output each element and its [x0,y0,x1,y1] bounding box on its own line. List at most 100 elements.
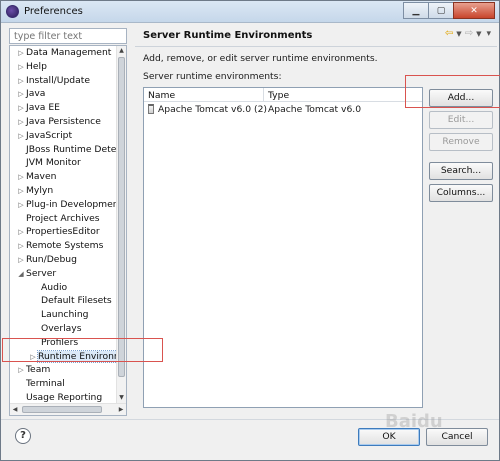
tree-item-label: Maven [26,171,57,183]
help-icon[interactable]: ? [15,428,31,444]
tree-item[interactable]: JVM Monitor [10,156,116,170]
forward-arrow-icon[interactable]: ⇨ [465,28,473,39]
collapsed-arrow-icon[interactable]: ▷ [16,130,26,143]
window-controls: ▁ ▢ ✕ [403,2,495,20]
tree-item[interactable]: ▷ Run/Debug [10,253,116,267]
collapsed-arrow-icon[interactable]: ▷ [16,116,26,129]
tree-item[interactable]: Overlays [10,322,116,336]
table-header: Name Type [144,88,422,102]
collapsed-arrow-icon[interactable]: ▷ [16,240,26,253]
tree-item[interactable]: ▷ Java Persistence [10,115,116,129]
tree-item[interactable]: Profilers [10,336,116,350]
back-arrow-icon[interactable]: ⇦ [445,28,453,39]
collapsed-arrow-icon[interactable]: ▷ [16,47,26,60]
tree-item-label: Usage Reporting [26,391,103,403]
scroll-right-icon[interactable]: ▶ [116,404,126,415]
filter-input[interactable] [9,28,127,44]
expanded-arrow-icon[interactable]: ◢ [16,268,26,281]
runtime-table[interactable]: Name Type Apache Tomcat v6.0 (2) Apache … [143,87,423,408]
table-row[interactable]: Apache Tomcat v6.0 (2) Apache Tomcat v6.… [144,103,422,117]
column-separator[interactable] [263,88,264,102]
tree-item-label: Plug-in Development [26,198,116,210]
tree-item[interactable]: ▷ Runtime Environm [10,349,116,364]
tree-item-label: Terminal [26,378,65,390]
collapsed-arrow-icon[interactable]: ▷ [16,226,26,239]
page-description: Add, remove, or edit server runtime envi… [143,53,378,64]
collapsed-arrow-icon[interactable]: ▷ [28,351,38,364]
scroll-down-icon[interactable]: ▼ [117,393,126,403]
eclipse-icon [6,5,19,18]
server-runtime-icon [148,104,154,114]
hscroll-thumb[interactable] [22,406,102,413]
tree-item[interactable]: ▷ Data Management [10,46,116,60]
tree-horizontal-scrollbar[interactable]: ◀ ▶ [10,403,126,415]
add-button[interactable]: Add... [429,89,493,107]
tree-item-label: Remote Systems [26,240,104,252]
remove-button[interactable]: Remove [429,133,493,151]
runtime-name: Apache Tomcat v6.0 (2) [158,104,268,115]
scroll-up-icon[interactable]: ▲ [117,46,126,56]
tree-item-label: JBoss Runtime Detect [26,143,116,155]
tree-item[interactable]: Terminal [10,377,116,391]
tree-item[interactable]: ▷ Team [10,363,116,377]
tree-item[interactable]: Launching [10,308,116,322]
collapsed-arrow-icon[interactable]: ▷ [16,199,26,212]
tree-item[interactable]: ▷ PropertiesEditor [10,225,116,239]
tree-item-label: Profilers [41,336,79,348]
collapsed-arrow-icon[interactable]: ▷ [16,171,26,184]
tree-item-label: PropertiesEditor [26,226,100,238]
tree-item[interactable]: Default Filesets [10,294,116,308]
tree-item[interactable]: JBoss Runtime Detect [10,143,116,157]
view-menu-icon[interactable]: ▾ [486,29,491,39]
tree-item[interactable]: ▷ Java [10,87,116,101]
close-icon[interactable]: ✕ [453,2,495,19]
watermark: Baidu [385,411,443,432]
tree-item[interactable]: ▷ Help [10,60,116,74]
scroll-thumb[interactable] [118,57,125,377]
preferences-tree[interactable]: ▷ Data Management ▷ Help ▷ Install/Update ▷ Jav… [9,45,127,416]
tree-item-label: Team [26,364,51,376]
tree-item-label: Install/Update [26,74,91,86]
tree-item-label: Data Management [26,47,112,58]
tree-item[interactable]: ▷ Remote Systems [10,239,116,253]
collapsed-arrow-icon[interactable]: ▷ [16,88,26,101]
edit-button[interactable]: Edit... [429,111,493,129]
tree-item-label: Runtime Environm [37,349,116,363]
tree-item[interactable]: ◢ Server [10,267,116,281]
tree-item-label: Run/Debug [26,253,77,265]
tree-item[interactable]: ▷ Install/Update [10,74,116,88]
collapsed-arrow-icon[interactable]: ▷ [16,75,26,88]
collapsed-arrow-icon[interactable]: ▷ [16,185,26,198]
tree-item-label: Project Archives [26,212,100,224]
runtime-name-cell: Apache Tomcat v6.0 (2) [148,104,267,115]
collapsed-arrow-icon[interactable]: ▷ [16,364,26,377]
collapsed-arrow-icon[interactable]: ▷ [16,102,26,115]
tree-item-label: Launching [41,309,89,321]
column-header-name[interactable]: Name [148,90,175,101]
tree-item[interactable]: Project Archives [10,212,116,226]
columns-button[interactable]: Columns... [429,184,493,202]
page-header: Server Runtime Environments ⇦ ▼ ⇨ ▼ ▾ [135,24,497,46]
scroll-left-icon[interactable]: ◀ [10,404,20,415]
tree-vertical-scrollbar[interactable]: ▲ ▼ [116,46,126,403]
tree-item-label: Java EE [26,102,60,114]
collapsed-arrow-icon[interactable]: ▷ [16,61,26,74]
tree-item[interactable]: ▷ Mylyn [10,184,116,198]
tree-item[interactable]: ▷ Maven [10,170,116,184]
column-header-type[interactable]: Type [268,90,289,101]
window-title: Preferences [24,6,83,17]
tree-item[interactable]: ▷ JavaScript [10,129,116,143]
tree-item-label: Mylyn [26,184,54,196]
maximize-icon[interactable]: ▢ [428,2,454,19]
forward-dropdown-icon[interactable]: ▼ [476,30,481,38]
tree-item[interactable]: ▷ Plug-in Development [10,198,116,212]
tree-item[interactable]: Audio [10,281,116,295]
search-button[interactable]: Search... [429,162,493,180]
tree-item[interactable]: ▷ Java EE [10,101,116,115]
back-dropdown-icon[interactable]: ▼ [456,30,461,38]
runtime-type: Apache Tomcat v6.0 [268,104,362,115]
tree-item-label: JavaScript [26,129,73,141]
collapsed-arrow-icon[interactable]: ▷ [16,254,26,267]
minimize-icon[interactable]: ▁ [403,2,429,19]
history-nav: ⇦ ▼ ⇨ ▼ ▾ [445,28,491,39]
